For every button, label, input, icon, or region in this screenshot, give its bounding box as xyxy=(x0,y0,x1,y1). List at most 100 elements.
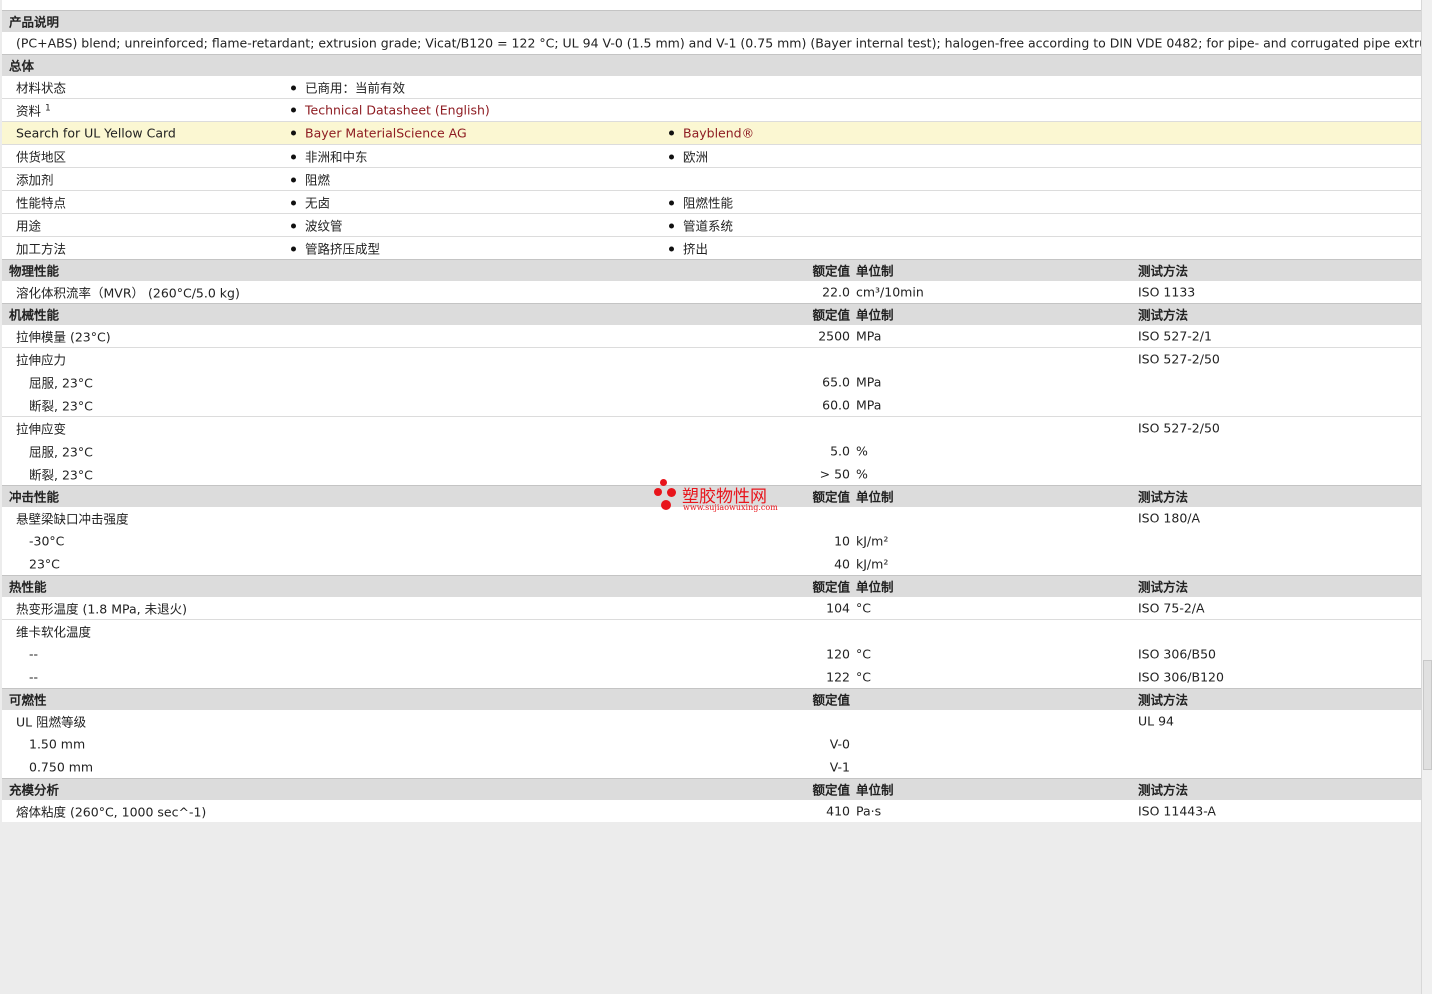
row-value-2: 阻燃性能 xyxy=(669,193,733,212)
bullet-icon xyxy=(291,246,296,252)
header-test: 测试方法 xyxy=(1138,579,1189,595)
property-unit: cm³/10min xyxy=(856,284,924,300)
property-unit: MPa xyxy=(856,374,882,390)
bullet-icon xyxy=(291,107,296,113)
property-value: V-0 xyxy=(829,736,850,752)
bullet-icon xyxy=(291,130,296,136)
property-subrow: 屈服, 23°C 65.0 MPa xyxy=(2,370,1421,393)
property-label: 拉伸应力 xyxy=(16,352,67,368)
bullet-icon xyxy=(291,177,296,183)
property-row: 维卡软化温度 xyxy=(2,619,1421,642)
logo-dot-icon xyxy=(667,488,676,497)
section-title: 热性能 xyxy=(9,579,47,595)
property-test: ISO 527-2/1 xyxy=(1138,328,1212,344)
supplier-link[interactable]: Bayer MaterialScience AG xyxy=(291,126,467,141)
property-subrow: -- 122 °C ISO 306/B120 xyxy=(2,665,1421,688)
header-test: 测试方法 xyxy=(1138,489,1189,505)
property-unit: °C xyxy=(856,669,871,685)
property-unit: % xyxy=(856,466,868,482)
header-test: 测试方法 xyxy=(1138,692,1189,708)
property-label: 维卡软化温度 xyxy=(16,624,92,640)
property-value: 10 xyxy=(834,533,850,549)
section-title: 冲击性能 xyxy=(9,489,60,505)
bullet-icon xyxy=(669,246,674,252)
property-label: -- xyxy=(29,669,39,685)
general-row-processing: 加工方法 管路挤压成型 挤出 xyxy=(2,236,1421,259)
property-value: 104 xyxy=(826,600,850,616)
property-value: 120 xyxy=(826,646,850,662)
row-label: 添加剂 xyxy=(16,172,54,188)
bullet-icon xyxy=(291,85,296,91)
property-label: 悬壁梁缺口冲击强度 xyxy=(16,511,129,527)
row-label: 加工方法 xyxy=(16,241,67,257)
section-header-description: 产品说明 xyxy=(2,10,1421,31)
property-label: 熔体粘度 (260°C, 1000 sec^-1) xyxy=(16,804,207,820)
row-label: 材料状态 xyxy=(16,80,67,96)
property-label: -30°C xyxy=(29,533,65,549)
general-row-uses: 用途 波纹管 管道系统 xyxy=(2,213,1421,236)
logo-dot-icon xyxy=(660,479,667,486)
section-header-thermal: 热性能 额定值 单位制 测试方法 xyxy=(2,575,1421,596)
logo-dot-icon xyxy=(661,500,671,510)
property-test: ISO 1133 xyxy=(1138,284,1196,300)
row-label: 供货地区 xyxy=(16,149,67,165)
property-row: 拉伸应变 ISO 527-2/50 xyxy=(2,416,1421,439)
section-header-flammability: 可燃性 额定值 测试方法 xyxy=(2,688,1421,709)
brand-link[interactable]: Bayblend® xyxy=(669,126,754,141)
row-value-1: 波纹管 xyxy=(291,216,343,235)
property-unit: °C xyxy=(856,600,871,616)
property-unit: % xyxy=(856,443,868,459)
property-subrow: -- 120 °C ISO 306/B50 xyxy=(2,642,1421,665)
property-unit: kJ/m² xyxy=(856,533,889,549)
property-subrow: 屈服, 23°C 5.0 % xyxy=(2,439,1421,462)
property-test: UL 94 xyxy=(1138,713,1174,729)
section-header-general: 总体 xyxy=(2,54,1421,75)
property-label: 23°C xyxy=(29,556,60,572)
property-test: ISO 527-2/50 xyxy=(1138,420,1220,436)
section-title: 机械性能 xyxy=(9,307,60,323)
bullet-icon xyxy=(669,154,674,160)
section-header-mold: 充模分析 额定值 单位制 测试方法 xyxy=(2,778,1421,799)
property-value: V-1 xyxy=(829,759,850,775)
property-row: 熔体粘度 (260°C, 1000 sec^-1) 410 Pa·s ISO 1… xyxy=(2,799,1421,822)
technical-datasheet-link[interactable]: Technical Datasheet (English) xyxy=(291,103,490,118)
property-unit: MPa xyxy=(856,397,882,413)
header-unit: 单位制 xyxy=(856,307,894,323)
row-label: 性能特点 xyxy=(16,195,67,211)
property-label: 断裂, 23°C xyxy=(29,467,93,483)
property-value: > 50 xyxy=(819,466,850,482)
general-row-ul-yellow-card: Search for UL Yellow Card Bayer Material… xyxy=(2,121,1421,144)
section-header-mechanical: 机械性能 额定值 单位制 测试方法 xyxy=(2,303,1421,324)
header-value: 额定值 xyxy=(812,579,850,595)
property-label: 热变形温度 (1.8 MPa, 未退火) xyxy=(16,601,187,617)
row-value-2: 挤出 xyxy=(669,239,708,258)
property-label: 0.750 mm xyxy=(29,759,94,775)
property-value: 40 xyxy=(834,556,850,572)
property-row: 热变形温度 (1.8 MPa, 未退火) 104 °C ISO 75-2/A xyxy=(2,596,1421,619)
property-label: 断裂, 23°C xyxy=(29,398,93,414)
header-test: 测试方法 xyxy=(1138,263,1189,279)
property-unit: MPa xyxy=(856,328,882,344)
property-label: 屈服, 23°C xyxy=(29,375,93,391)
property-row: UL 阻燃等级 UL 94 xyxy=(2,709,1421,732)
property-test: ISO 11443-A xyxy=(1138,803,1216,819)
row-value-1: 已商用：当前有效 xyxy=(291,78,405,97)
property-subrow: -30°C 10 kJ/m² xyxy=(2,529,1421,552)
top-spacer xyxy=(2,0,1421,10)
scrollbar-thumb[interactable] xyxy=(1423,660,1432,770)
property-test: ISO 527-2/50 xyxy=(1138,351,1220,367)
row-label: Search for UL Yellow Card xyxy=(16,125,176,141)
section-title: 产品说明 xyxy=(9,14,60,30)
property-value: 60.0 xyxy=(822,397,850,413)
watermark-url: www.sujiaowuxing.com xyxy=(683,503,778,512)
property-value: 5.0 xyxy=(830,443,850,459)
property-row: 拉伸模量 (23°C) 2500 MPa ISO 527-2/1 xyxy=(2,324,1421,347)
section-title: 物理性能 xyxy=(9,263,60,279)
property-unit: kJ/m² xyxy=(856,556,889,572)
description-row: (PC+ABS) blend; unreinforced; flame-reta… xyxy=(2,31,1432,54)
vertical-scrollbar[interactable] xyxy=(1421,0,1432,994)
logo-dot-icon xyxy=(654,488,662,496)
bullet-icon xyxy=(291,200,296,206)
general-row-regions: 供货地区 非洲和中东 欧洲 xyxy=(2,144,1421,167)
row-value-1: 管路挤压成型 xyxy=(291,239,380,258)
